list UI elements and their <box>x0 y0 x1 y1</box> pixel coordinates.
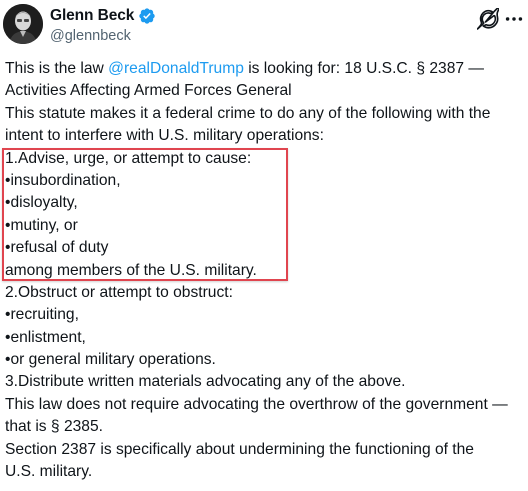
tweet-line: Activities Affecting Armed Forces Genera… <box>5 82 292 100</box>
tweet-line: among members of the U.S. military. <box>5 261 257 279</box>
mention-link[interactable]: @realDonaldTrump <box>108 60 244 77</box>
tweet-line: This statute makes it a federal crime to… <box>5 104 491 122</box>
author-handle[interactable]: @glennbeck <box>50 28 156 44</box>
tweet-line: This is the law @realDonaldTrump is look… <box>5 58 525 80</box>
tweet-line: Section 2387 is specifically about under… <box>5 440 474 458</box>
tweet-header: Glenn Beck @glennbeck <box>3 4 525 48</box>
tweet-line: •refusal of duty <box>5 239 109 257</box>
tweet-line: 1.Advise, urge, or attempt to cause: <box>5 149 252 167</box>
tweet-line: intent to interfere with U.S. military o… <box>5 127 324 145</box>
tweet-line: •or general military operations. <box>5 351 216 369</box>
tweet-line: •disloyalty, <box>5 194 78 212</box>
avatar-photo-icon <box>3 4 43 44</box>
tweet-line: that is § 2385. <box>5 418 103 436</box>
more-icon[interactable] <box>503 8 525 30</box>
tweet-card: Glenn Beck @glennbeck This is the law @r… <box>0 0 528 491</box>
grok-icon[interactable] <box>476 6 501 30</box>
tweet-text-segment: This is the law <box>5 60 109 77</box>
verified-badge-icon <box>138 7 156 25</box>
author-info: Glenn Beck @glennbeck <box>50 6 156 44</box>
tweet-line: •insubordination, <box>5 171 121 189</box>
tweet-line: 2.Obstruct or attempt to obstruct: <box>5 283 233 301</box>
tweet-text-segment: is looking for: 18 U.S.C. § 2387 — <box>243 60 484 77</box>
tweet-text: This is the law @realDonaldTrump is look… <box>5 58 525 483</box>
tweet-line: U.S. military. <box>5 463 93 481</box>
tweet-line: •recruiting, <box>5 306 79 324</box>
avatar[interactable] <box>3 4 43 44</box>
tweet-line: 3.Distribute written materials advocatin… <box>5 373 406 391</box>
tweet-line: •mutiny, or <box>5 216 78 234</box>
tweet-line: This law does not require advocating the… <box>5 395 508 413</box>
tweet-line: •enlistment, <box>5 328 86 346</box>
author-name[interactable]: Glenn Beck <box>50 7 134 25</box>
